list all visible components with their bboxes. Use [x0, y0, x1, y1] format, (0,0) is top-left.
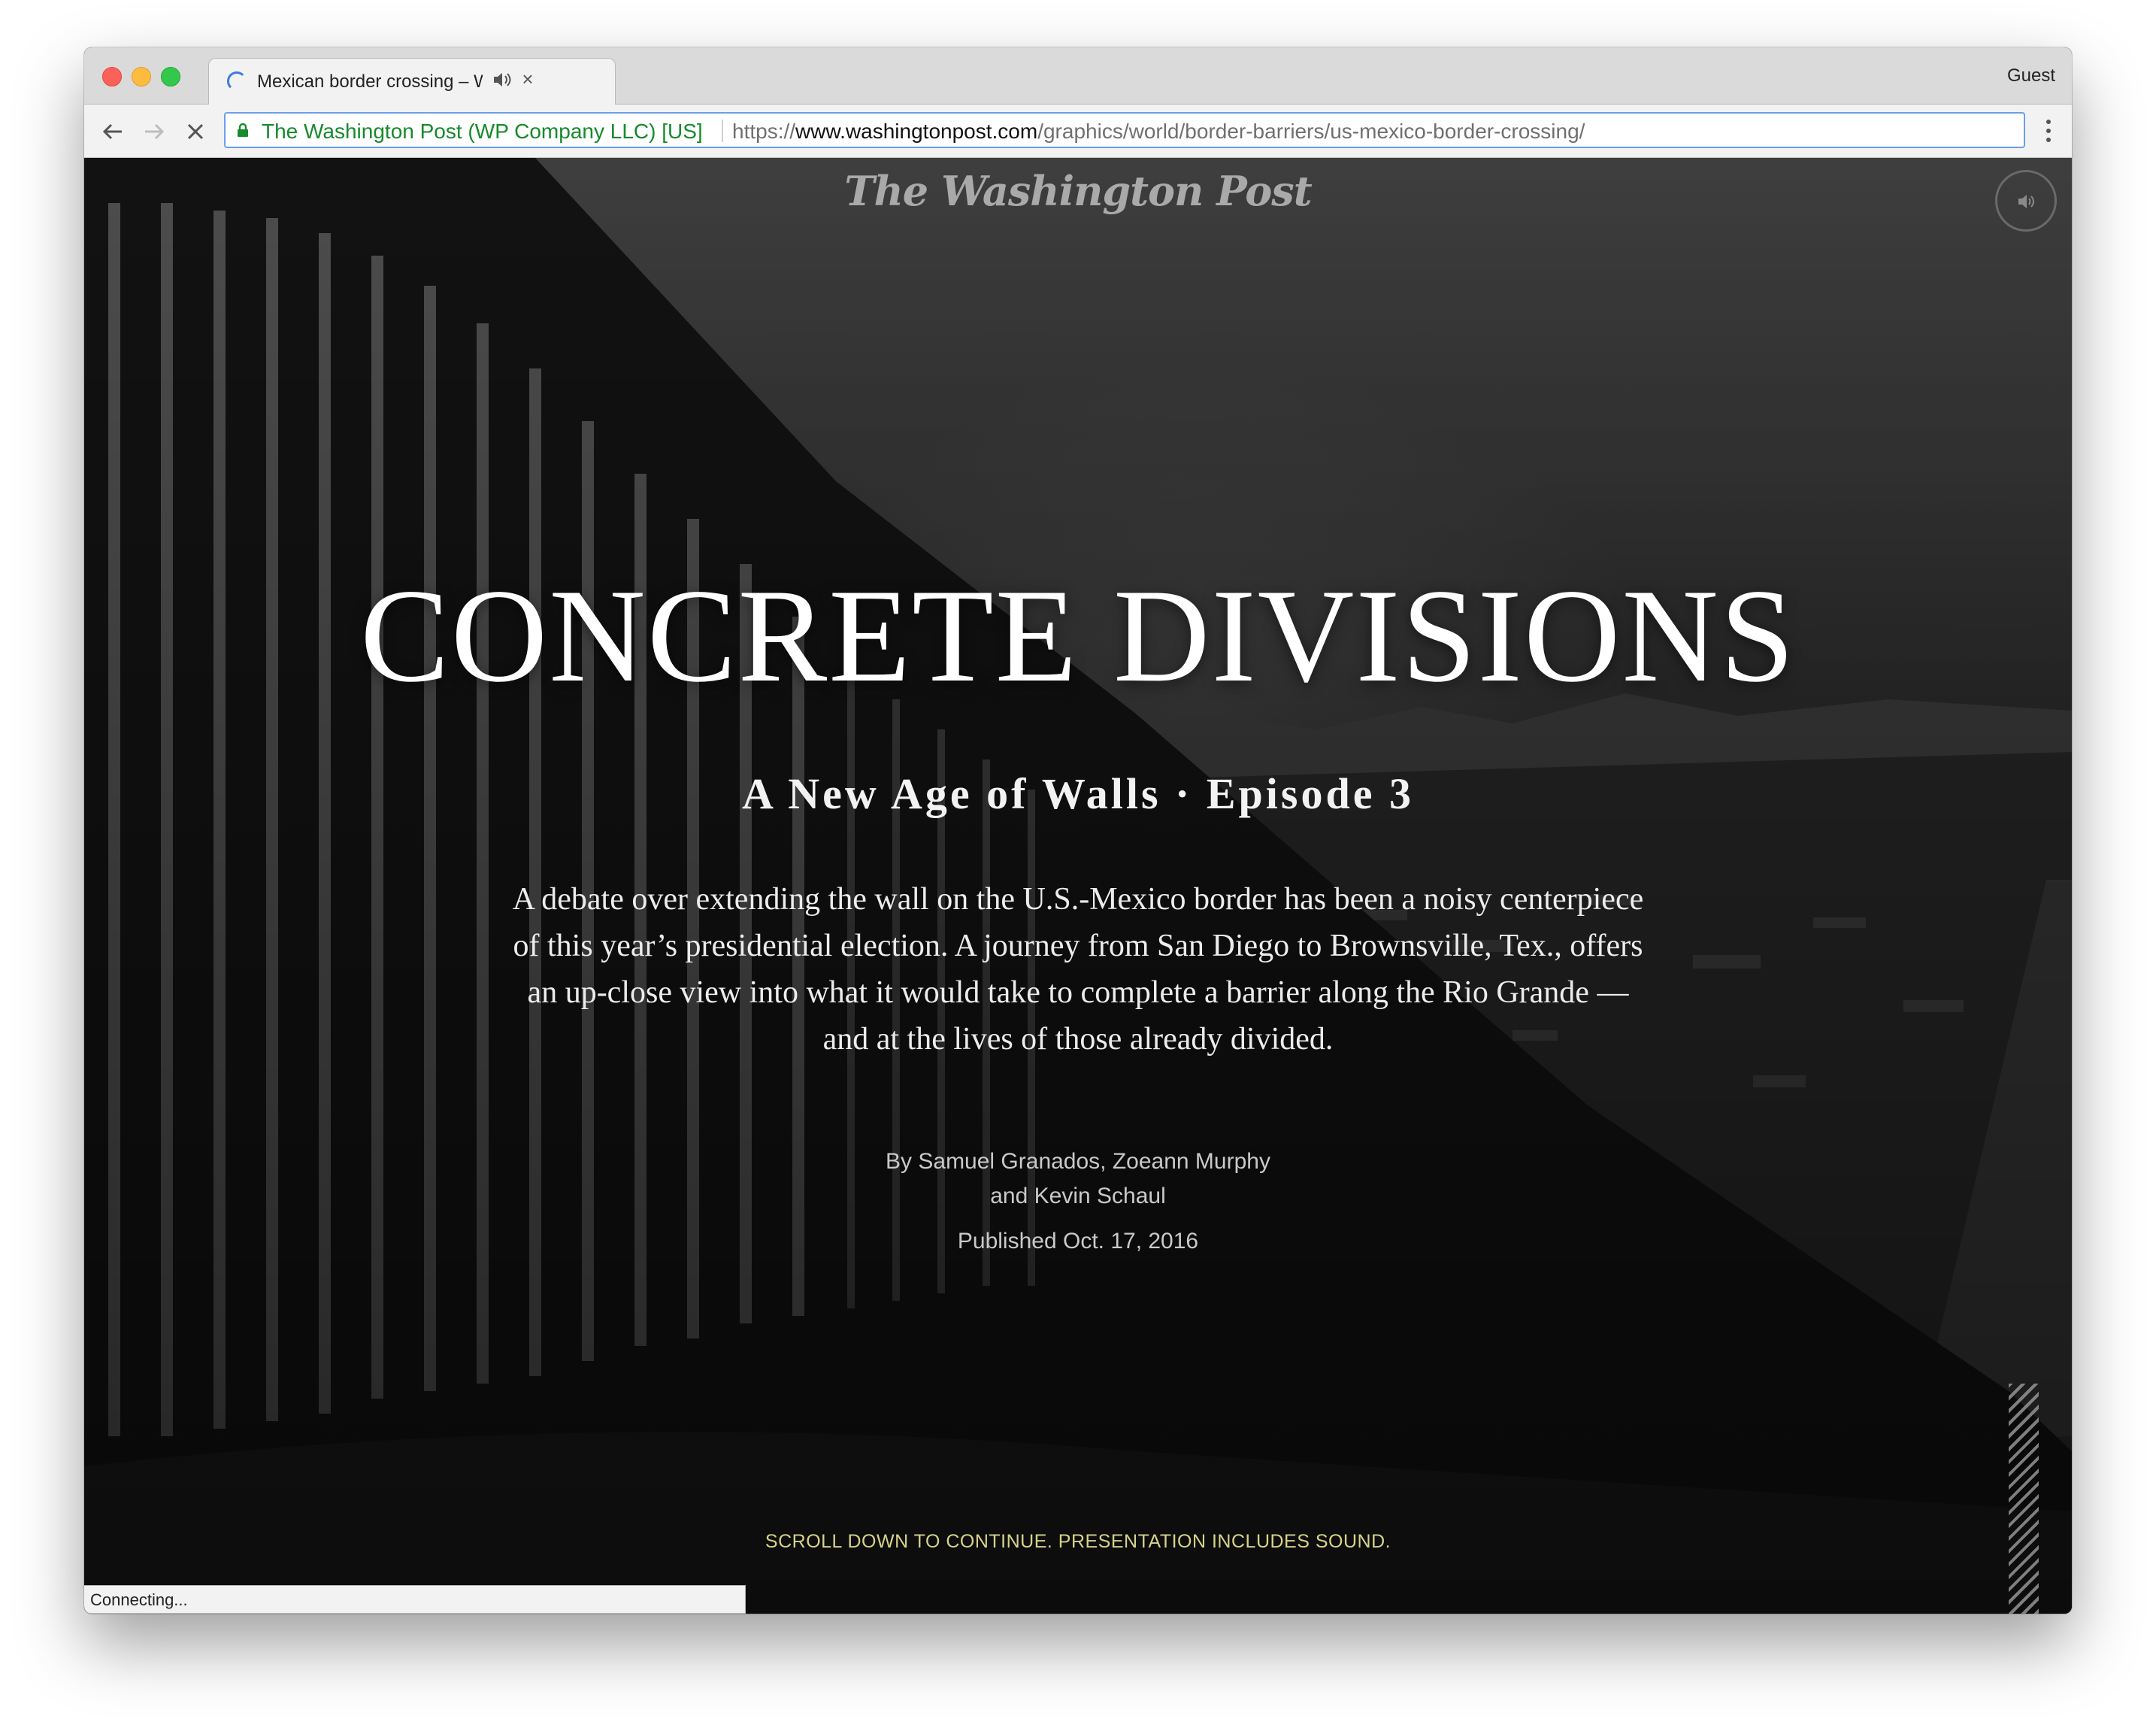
series-subtitle: A New Age of Walls · Episode 3	[742, 769, 1414, 818]
loading-spinner-icon	[227, 71, 247, 91]
url-text[interactable]: https://www.washingtonpost.com/graphics/…	[732, 120, 1585, 144]
status-bubble: Connecting...	[84, 1585, 746, 1614]
scroll-instruction: SCROLL DOWN TO CONTINUE. PRESENTATION IN…	[765, 1531, 1391, 1552]
scroll-progress-indicator[interactable]	[2009, 1384, 2039, 1614]
security-label[interactable]: The Washington Post (WP Company LLC) [US…	[262, 120, 703, 144]
speaker-icon[interactable]	[492, 70, 513, 89]
url-host: www.washingtonpost.com	[795, 120, 1038, 143]
arrow-right-icon[interactable]	[141, 118, 168, 145]
lock-icon	[238, 123, 248, 137]
minimize-window-button[interactable]	[132, 67, 151, 86]
more-vertical-icon[interactable]	[2045, 118, 2052, 144]
sound-toggle-button[interactable]	[1995, 170, 2057, 232]
article-dek: A debate over extending the wall on the …	[512, 882, 1644, 1056]
arrow-left-icon[interactable]	[99, 118, 126, 145]
washington-post-logo[interactable]: The Washington Post	[84, 167, 2072, 215]
status-text: Connecting...	[90, 1590, 188, 1609]
close-icon[interactable]: ×	[517, 68, 538, 90]
url-path: /graphics/world/border-barriers/us-mexic…	[1037, 120, 1585, 143]
byline-authors-continued: and Kevin Schaul	[990, 1184, 1166, 1208]
page-title: CONCRETE DIVISIONS	[360, 561, 1796, 710]
tab-strip: Mexican border crossing – W × Guest	[84, 47, 2072, 105]
stop-x-icon[interactable]	[182, 118, 209, 145]
byline-authors: By Samuel Granados, Zoeann Murphy	[886, 1149, 1270, 1174]
profile-label[interactable]: Guest	[2007, 65, 2055, 86]
publish-date: Published Oct. 17, 2016	[957, 1229, 1199, 1254]
browser-window: Mexican border crossing – W × Guest The …	[84, 47, 2072, 1614]
browser-tab[interactable]: Mexican border crossing – W ×	[208, 58, 616, 105]
address-bar[interactable]: The Washington Post (WP Company LLC) [US…	[224, 112, 2025, 148]
url-scheme: https://	[732, 120, 796, 143]
close-window-button[interactable]	[102, 67, 122, 86]
page-viewport: The Washington Post CONCRETE DIVISIONS A…	[84, 158, 2072, 1614]
speaker-icon	[2018, 195, 2034, 208]
zoom-window-button[interactable]	[161, 67, 180, 86]
byline: By Samuel Granados, Zoeann Murphy and Ke…	[84, 1144, 2072, 1214]
omnibox-divider	[722, 120, 723, 142]
tab-title: Mexican border crossing – W	[257, 71, 483, 92]
